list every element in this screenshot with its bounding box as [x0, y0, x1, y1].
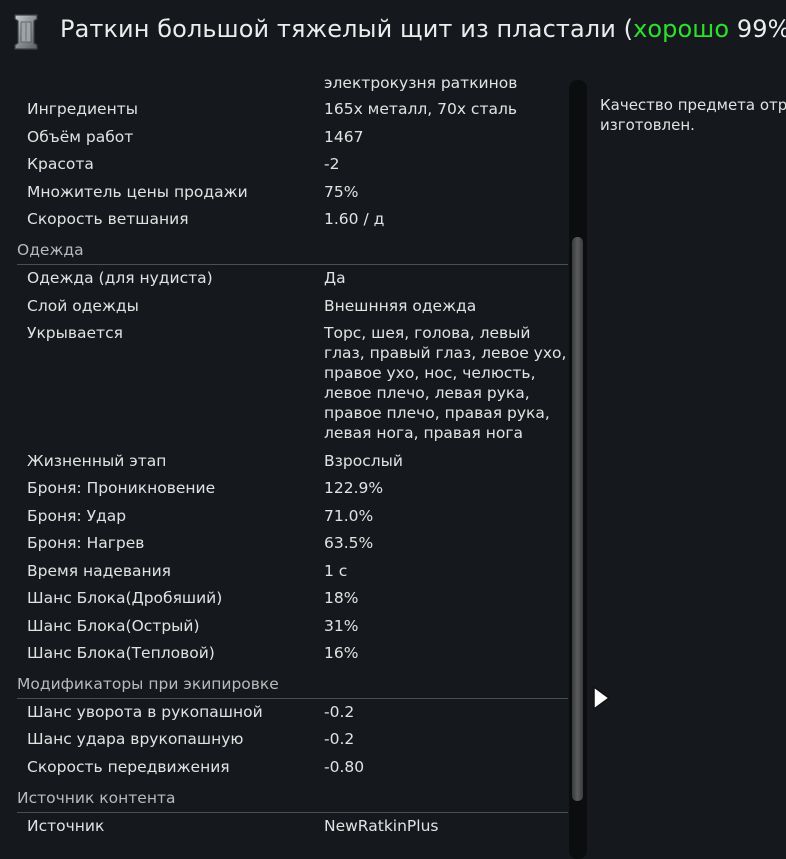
scrollbar-thumb[interactable] [572, 237, 583, 801]
stat-value: Взрослый [324, 452, 403, 470]
stat-label: Броня: Удар [27, 507, 127, 525]
stat-label: Шанс уворота в рукопашной [27, 703, 263, 721]
stat-label: Укрывается [27, 324, 123, 342]
section-header-equipped-modifiers: Модификаторы при экипировке [17, 674, 568, 699]
stat-value: 1 с [324, 562, 348, 580]
item-description: Качество предмета отр изготовлен. [600, 95, 786, 135]
stat-label: Множитель цены продажи [27, 183, 248, 201]
stat-value: 165x металл, 70x сталь [324, 100, 518, 118]
stat-value: NewRatkinPlus [324, 817, 439, 835]
stat-value: -0.2 [324, 730, 355, 748]
stat-label: Объём работ [27, 128, 134, 146]
description-line: изготовлен. [600, 116, 695, 134]
item-name: Раткин большой тяжелый щит из пластали ( [60, 15, 634, 43]
stat-value: электрокузня раткинов [324, 74, 518, 92]
stat-label: Одежда (для нудиста) [27, 269, 213, 287]
stats-panel[interactable]: электрокузня раткинов Ингредиенты 165x м… [0, 68, 568, 859]
stat-value: -0.2 [324, 703, 355, 721]
stat-label: Броня: Проникновение [27, 479, 216, 497]
quality-percent: 99%) [736, 15, 786, 43]
stat-value: 63.5% [324, 534, 374, 552]
stat-value: 1.60 / д [324, 210, 385, 228]
stat-label: Шанс Блока(Дробяший) [27, 589, 223, 607]
stat-value: 31% [324, 617, 359, 635]
stat-label: Шанс удара врукопашную [27, 730, 244, 748]
stat-value: -0.80 [324, 758, 365, 776]
stat-label: Ингредиенты [27, 100, 138, 118]
item-title: Раткин большой тяжелый щит из пластали (… [60, 15, 786, 43]
title-bar: Раткин большой тяжелый щит из пластали (… [0, 0, 786, 68]
stat-label: Время надевания [27, 562, 172, 580]
stat-value: Торс, шея, голова, левый глаз, правый гл… [324, 324, 567, 442]
section-header-content-source: Источник контента [17, 788, 568, 813]
stat-value: 122.9% [324, 479, 384, 497]
stat-value: 16% [324, 644, 359, 662]
stat-label: Жизненный этап [27, 452, 167, 470]
stat-label: Шанс Блока(Острый) [27, 617, 200, 635]
stat-label: Скорость передвижения [27, 758, 230, 776]
section-header-apparel: Одежда [17, 240, 568, 265]
stat-value: 71.0% [324, 507, 374, 525]
stat-value: Внешнняя одежда [324, 297, 477, 315]
quality-label: хорошо [633, 15, 730, 43]
stat-label: Броня: Нагрев [27, 534, 145, 552]
stat-label: Красота [27, 155, 94, 173]
shield-item-icon [14, 14, 38, 50]
mouse-cursor-icon [593, 686, 610, 710]
stat-label: Скорость ветшания [27, 210, 189, 228]
stat-label: Слой одежды [27, 297, 139, 315]
stat-label: Шанс Блока(Тепловой) [27, 644, 215, 662]
stat-value: Да [324, 269, 346, 287]
stat-value: 18% [324, 589, 359, 607]
stat-label: Источник [27, 817, 105, 835]
stat-value: -2 [324, 155, 340, 173]
stat-value: 1467 [324, 128, 364, 146]
stat-value: 75% [324, 183, 359, 201]
description-line: Качество предмета отр [600, 96, 786, 114]
item-info-window: Раткин большой тяжелый щит из пластали (… [0, 0, 786, 859]
